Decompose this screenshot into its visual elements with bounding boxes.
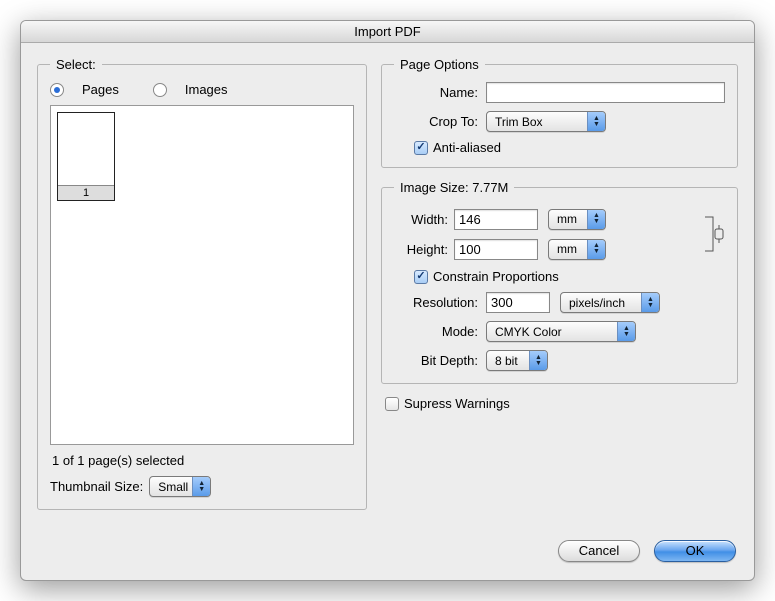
page-options-group: Page Options Name: Crop To: Trim Box ✓ A…: [381, 57, 738, 168]
resolution-unit-select[interactable]: pixels/inch: [560, 292, 660, 313]
radio-pages[interactable]: [50, 83, 64, 97]
chevron-updown-icon: [587, 240, 605, 259]
thumb-size-select[interactable]: Small: [149, 476, 211, 497]
constrain-label: Constrain Proportions: [433, 269, 559, 284]
chevron-updown-icon: [587, 210, 605, 229]
mode-select[interactable]: CMYK Color: [486, 321, 636, 342]
cancel-button[interactable]: Cancel: [558, 540, 640, 562]
page-thumbnail[interactable]: 1: [57, 112, 115, 201]
page-options-legend: Page Options: [394, 57, 485, 72]
resolution-label: Resolution:: [394, 295, 486, 310]
height-unit-select[interactable]: mm: [548, 239, 606, 260]
chevron-updown-icon: [587, 112, 605, 131]
mode-label: Mode:: [394, 324, 486, 339]
antialiased-label: Anti-aliased: [433, 140, 501, 155]
radio-images-label: Images: [185, 82, 228, 97]
page-number: 1: [58, 185, 114, 200]
import-pdf-dialog: Import PDF Select: Pages Images 1: [20, 20, 755, 581]
suppress-checkbox[interactable]: [385, 397, 399, 411]
page-preview: [58, 113, 114, 185]
constrain-checkbox[interactable]: ✓: [414, 270, 428, 284]
height-label: Height:: [394, 242, 454, 257]
name-input[interactable]: [486, 82, 725, 103]
suppress-label: Supress Warnings: [404, 396, 510, 411]
antialiased-checkbox[interactable]: ✓: [414, 141, 428, 155]
bitdepth-label: Bit Depth:: [394, 353, 486, 368]
height-input[interactable]: [454, 239, 538, 260]
resolution-input[interactable]: [486, 292, 550, 313]
link-icon[interactable]: [703, 207, 725, 261]
thumb-size-label: Thumbnail Size:: [50, 479, 149, 494]
dialog-title: Import PDF: [21, 21, 754, 43]
select-legend: Select:: [50, 57, 102, 72]
width-unit-select[interactable]: mm: [548, 209, 606, 230]
chevron-updown-icon: [641, 293, 659, 312]
width-label: Width:: [394, 212, 454, 227]
ok-button[interactable]: OK: [654, 540, 736, 562]
chevron-updown-icon: [192, 477, 210, 496]
bitdepth-select[interactable]: 8 bit: [486, 350, 548, 371]
radio-pages-label: Pages: [82, 82, 119, 97]
chevron-updown-icon: [529, 351, 547, 370]
image-size-legend: Image Size: 7.77M: [394, 180, 514, 195]
thumbnail-list[interactable]: 1: [50, 105, 354, 445]
name-label: Name:: [394, 85, 486, 100]
crop-select[interactable]: Trim Box: [486, 111, 606, 132]
image-size-group: Image Size: 7.77M Width: mm: [381, 180, 738, 384]
selection-status: 1 of 1 page(s) selected: [52, 453, 352, 468]
crop-label: Crop To:: [394, 114, 486, 129]
radio-images[interactable]: [153, 83, 167, 97]
width-input[interactable]: [454, 209, 538, 230]
select-group: Select: Pages Images 1 1 of 1 page(s) se…: [37, 57, 367, 510]
chevron-updown-icon: [617, 322, 635, 341]
